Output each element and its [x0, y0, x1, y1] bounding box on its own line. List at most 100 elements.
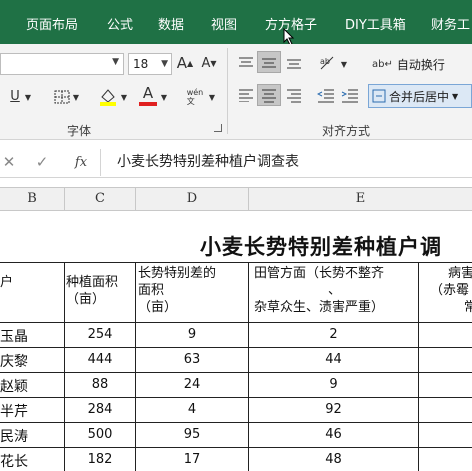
tab-data[interactable]: 数据 [158, 14, 184, 33]
decrease-indent-icon[interactable] [317, 88, 335, 104]
alignment-group-label: 对齐方式 [322, 124, 371, 138]
wrap-text-label: 自动换行 [396, 57, 445, 72]
increase-font-size-icon[interactable]: A ▲ [176, 52, 194, 74]
planted-area-cell[interactable]: 284 [65, 402, 135, 417]
chevron-down-icon[interactable]: ▼ [72, 92, 80, 102]
tab-view[interactable]: 视图 [211, 14, 237, 33]
chevron-down-icon[interactable]: ▼ [120, 92, 128, 102]
chevron-down-icon[interactable]: ▼ [208, 92, 216, 102]
column-header-b[interactable]: B [0, 187, 65, 211]
field-management-cell[interactable]: 48 [249, 452, 418, 467]
font-dialog-launcher-icon[interactable] [214, 124, 222, 132]
increase-indent-icon[interactable] [341, 88, 359, 104]
column-header-e[interactable]: E [249, 187, 472, 211]
worksheet[interactable]: 小麦长势特别差种植户调 户 种植面积 （亩） 长势特别差的 面积 （亩） 田管方… [0, 211, 472, 471]
header-line: （亩） [66, 292, 106, 307]
tab-formulas[interactable]: 公式 [107, 14, 133, 33]
align-bottom-icon[interactable] [286, 56, 302, 70]
header-cell-poor-area[interactable]: 长势特别差的 面积 （亩） [138, 265, 216, 316]
header-line: 长势特别差的 [138, 266, 217, 281]
column-header-d[interactable]: D [136, 187, 249, 211]
orientation-icon[interactable]: ab [318, 54, 338, 72]
field-management-cell[interactable]: 46 [249, 427, 418, 442]
field-management-cell[interactable]: 9 [249, 377, 418, 392]
poor-area-cell[interactable]: 63 [136, 352, 248, 367]
field-management-cell[interactable]: 44 [249, 352, 418, 367]
header-cell-planted-area[interactable]: 种植面积 （亩） [66, 274, 118, 308]
header-cell-field-management[interactable]: 田管方面（长势不整齐 、 杂草众生、渍害严重） [254, 265, 384, 316]
poor-area-cell[interactable]: 95 [136, 427, 248, 442]
align-right-icon[interactable] [286, 88, 302, 104]
decrease-font-size-icon[interactable]: A ▼ [200, 52, 218, 74]
household-name-cell[interactable]: 半芹 [0, 401, 28, 421]
merge-center-button[interactable]: 合并后居中 ▼ [368, 84, 472, 108]
chevron-down-icon[interactable]: ▼ [160, 92, 168, 102]
formula-input[interactable]: 小麦长势特别差种植户调查表 [100, 149, 472, 176]
planted-area-cell[interactable]: 182 [65, 452, 135, 467]
household-name-cell[interactable]: 庆黎 [0, 351, 28, 371]
planted-area-cell[interactable]: 444 [65, 352, 135, 367]
field-management-cell[interactable]: 92 [249, 402, 418, 417]
merge-cells-icon [372, 89, 386, 103]
font-color-swatch [139, 102, 157, 106]
fill-color-icon[interactable] [98, 87, 118, 107]
header-line: 种植面积 [66, 275, 119, 290]
align-middle-icon [262, 58, 276, 68]
grid-line [0, 422, 472, 423]
header-top-border [0, 187, 472, 188]
poor-area-cell[interactable]: 9 [136, 327, 248, 342]
underline-icon[interactable]: U [8, 86, 22, 106]
chevron-down-icon[interactable]: ▼ [24, 92, 32, 102]
header-line: 田管方面（长势不整齐 [254, 266, 385, 281]
grid-line [0, 322, 472, 323]
planted-area-cell[interactable]: 88 [65, 377, 135, 392]
grid-line [0, 347, 472, 348]
poor-area-cell[interactable]: 24 [136, 377, 248, 392]
household-name-cell[interactable]: 花长 [0, 451, 28, 471]
align-center-button[interactable] [257, 84, 281, 106]
tab-diy-toolbox[interactable]: DIY工具箱 [345, 14, 406, 33]
header-cell-disease[interactable]: 病害 （赤霉 常 [430, 265, 472, 316]
grid-line [0, 372, 472, 373]
font-group-label: 字体 [67, 124, 92, 138]
align-top-icon[interactable] [238, 56, 254, 70]
ribbon-tab-bar: 页面布局 公式 数据 视图 方方格子 DIY工具箱 财务工 [0, 0, 472, 46]
header-line: 面积 [138, 283, 165, 298]
planted-area-cell[interactable]: 254 [65, 327, 135, 342]
header-cell-household[interactable]: 户 [0, 274, 13, 291]
tab-page-layout[interactable]: 页面布局 [26, 14, 78, 33]
phonetic-guide-icon[interactable]: wén 文 [184, 86, 206, 108]
household-name-cell[interactable]: 赵颖 [0, 376, 28, 396]
household-name-cell[interactable]: 玉晶 [0, 326, 28, 346]
chevron-down-icon[interactable]: ▼ [340, 59, 348, 69]
wrap-text-button[interactable]: ab↵ 自动换行 [372, 53, 445, 75]
wrap-text-icon: ab↵ [372, 58, 393, 70]
align-middle-button[interactable] [257, 51, 281, 73]
cancel-icon[interactable]: ✕ [2, 153, 16, 171]
grid-line [0, 447, 472, 448]
tab-finance[interactable]: 财务工 [431, 14, 470, 33]
font-name-dropdown[interactable]: ▼ [0, 53, 124, 75]
chevron-down-icon: ▼ [452, 91, 459, 101]
sheet-title: 小麦长势特别差种植户调 [200, 235, 442, 259]
grid-line [0, 262, 472, 263]
header-line: 常 [464, 300, 472, 315]
header-line: 、 [328, 283, 342, 298]
border-icon[interactable] [54, 90, 70, 104]
header-line: 病害 [448, 266, 472, 281]
field-management-cell[interactable]: 2 [249, 327, 418, 342]
chevron-down-icon: ▼ [161, 59, 168, 69]
formula-bar: ✕ ✓ fx 小麦长势特别差种植户调查表 [0, 148, 472, 178]
align-left-icon[interactable] [238, 88, 254, 102]
enter-icon[interactable]: ✓ [34, 153, 50, 171]
header-line: 杂草众生、渍害严重） [254, 300, 385, 315]
poor-area-cell[interactable]: 4 [136, 402, 248, 417]
font-color-icon[interactable]: A [140, 84, 156, 102]
insert-function-icon[interactable]: fx [72, 153, 90, 171]
font-size-value: 18 [133, 57, 149, 71]
household-name-cell[interactable]: 民涛 [0, 426, 28, 446]
poor-area-cell[interactable]: 17 [136, 452, 248, 467]
column-header-c[interactable]: C [65, 187, 136, 211]
planted-area-cell[interactable]: 500 [65, 427, 135, 442]
font-size-dropdown[interactable]: 18 ▼ [128, 53, 172, 75]
